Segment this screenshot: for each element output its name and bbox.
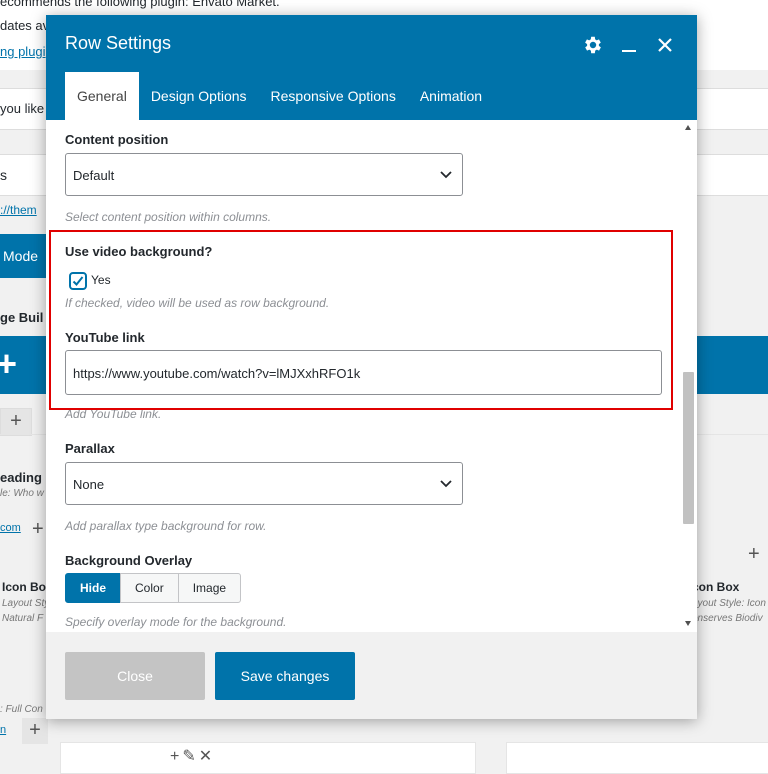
tab-responsive-options[interactable]: Responsive Options [259, 72, 408, 120]
builder-column [506, 742, 768, 774]
close-button[interactable]: Close [65, 652, 205, 700]
strip-text: you like [0, 101, 45, 116]
gear-icon[interactable] [581, 33, 605, 57]
chevron-down-icon [440, 480, 452, 488]
video-background-checkbox[interactable] [69, 272, 87, 290]
youtube-link-help: Add YouTube link. [65, 407, 162, 421]
content-position-label: Content position [65, 132, 169, 147]
element-meta: Layout Sty [2, 598, 50, 609]
input-value: https://www.youtube.com/watch?v=lMJXxhRF… [73, 366, 361, 381]
element-title: con Box [692, 580, 740, 594]
scroll-up-arrow[interactable] [685, 125, 691, 130]
column-tools: +✎✕ [170, 746, 215, 766]
tab-bar: General Design Options Responsive Option… [65, 72, 494, 120]
notice-text: ecommends the following plugin: Envato M… [0, 0, 280, 9]
parallax-label: Parallax [65, 441, 115, 456]
element-meta: Natural F [2, 613, 44, 624]
element-meta: le: Who w [0, 488, 44, 499]
theme-link[interactable]: ://them [0, 203, 37, 217]
parallax-select[interactable]: None [65, 462, 463, 505]
notice-link[interactable]: ng plugi [0, 44, 46, 59]
minimize-icon[interactable] [617, 33, 641, 57]
chevron-down-icon [440, 171, 452, 179]
dialog-controls [581, 33, 677, 57]
row-settings-dialog: Row Settings General Design Options Resp… [46, 15, 697, 719]
overlay-color-button[interactable]: Color [120, 573, 179, 603]
dialog-footer: Close Save changes [46, 632, 697, 719]
save-changes-button[interactable]: Save changes [215, 652, 355, 700]
overlay-image-button[interactable]: Image [177, 573, 242, 603]
add-element-button[interactable]: + [0, 408, 32, 436]
video-background-label: Use video background? [65, 244, 213, 259]
page-builder-title: ge Buil [0, 310, 44, 325]
element-meta: onserves Biodiv [692, 613, 763, 624]
mode-button[interactable]: Mode [0, 234, 46, 278]
overlay-hide-button[interactable]: Hide [65, 573, 122, 603]
content-position-select[interactable]: Default [65, 153, 463, 196]
youtube-link-input[interactable]: https://www.youtube.com/watch?v=lMJXxhRF… [65, 350, 662, 395]
dialog-body: Content position Default Select content … [46, 120, 697, 632]
element-title: eading [0, 470, 42, 485]
element-title: Icon Bo [2, 580, 46, 594]
checkbox-label: Yes [91, 273, 111, 287]
scrollbar-thumb[interactable] [683, 372, 694, 524]
select-value: Default [73, 168, 115, 183]
builder-column [60, 742, 476, 774]
element-meta: : Full Con [0, 704, 43, 715]
section-text: s [0, 167, 7, 183]
tab-design-options[interactable]: Design Options [139, 72, 259, 120]
close-icon[interactable]: ✕ [199, 748, 215, 765]
element-link[interactable]: com [0, 522, 21, 534]
element-link[interactable]: n [0, 724, 6, 736]
youtube-link-label: YouTube link [65, 330, 145, 345]
checkmark-icon [72, 276, 84, 286]
content-position-help: Select content position within columns. [65, 210, 272, 224]
tab-animation[interactable]: Animation [408, 72, 494, 120]
close-icon[interactable] [653, 33, 677, 57]
background-overlay-label: Background Overlay [65, 553, 193, 568]
overlay-button-group: Hide Color Image [65, 573, 242, 603]
scroll-down-arrow[interactable] [685, 621, 691, 626]
plus-icon[interactable]: + [748, 543, 760, 566]
background-overlay-help: Specify overlay mode for the background. [65, 615, 287, 629]
plus-icon[interactable]: + [32, 518, 44, 541]
parallax-help: Add parallax type background for row. [65, 519, 267, 533]
video-background-help: If checked, video will be used as row ba… [65, 296, 330, 310]
plus-icon[interactable]: + [0, 346, 17, 382]
scrollbar[interactable] [680, 120, 697, 632]
element-meta: ayout Style: Icon [692, 598, 766, 609]
pencil-icon[interactable]: ✎ [182, 748, 198, 765]
notice-text: dates av [0, 18, 50, 33]
dialog-title: Row Settings [65, 33, 172, 53]
tab-general[interactable]: General [65, 72, 139, 120]
plus-icon[interactable]: + [170, 748, 182, 765]
add-element-button[interactable]: + [22, 718, 48, 744]
mode-button-label: Mode [3, 248, 39, 264]
dialog-header: Row Settings General Design Options Resp… [46, 15, 697, 120]
select-value: None [73, 477, 105, 492]
